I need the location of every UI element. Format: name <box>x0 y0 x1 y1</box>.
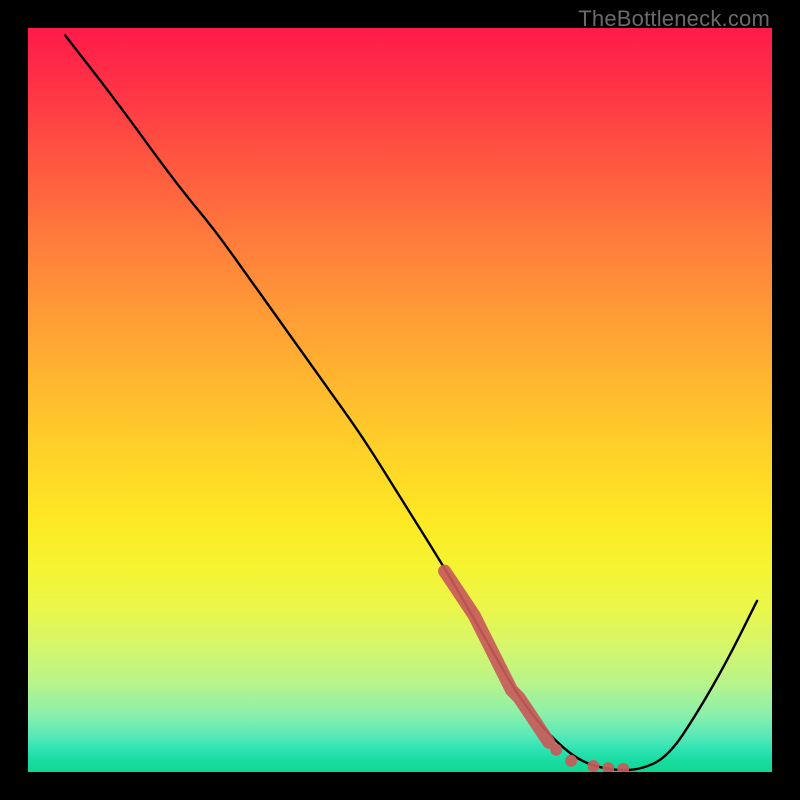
chart-frame: TheBottleneck.com <box>0 0 800 800</box>
plot-area <box>28 28 772 772</box>
marker-dot <box>550 744 562 756</box>
marker-dot <box>587 760 599 772</box>
marker-dot <box>617 763 629 772</box>
marker-brush <box>445 571 549 742</box>
marker-dot <box>565 755 577 767</box>
marker-dot <box>602 762 614 772</box>
main-curve <box>65 35 757 770</box>
chart-svg <box>28 28 772 772</box>
marker-band <box>445 571 630 772</box>
